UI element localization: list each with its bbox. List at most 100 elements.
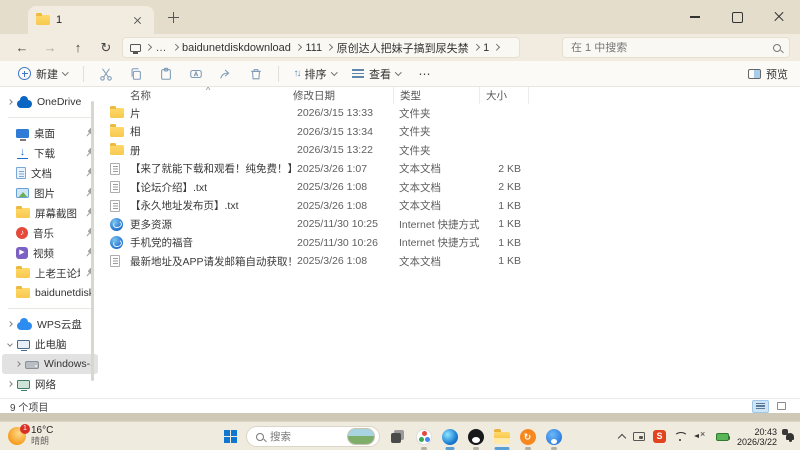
more-options-button[interactable]: ⋯ [411, 67, 440, 81]
network-icon [17, 379, 30, 391]
table-row[interactable]: 最新地址及APP请发邮箱自动获取！！！.txt 2025/3/26 1:08 文… [108, 252, 800, 271]
delete-button[interactable] [243, 64, 269, 84]
documents-icon [16, 167, 26, 179]
breadcrumb-segment[interactable]: 111 [305, 42, 322, 54]
desktop-icon [16, 128, 29, 141]
chevron-down-icon [395, 69, 402, 76]
paste-button[interactable] [153, 64, 179, 84]
folder-icon [110, 105, 124, 119]
pin-icon [83, 206, 96, 219]
sidebar-item-forum-folder[interactable]: 上老王论坛当 [2, 263, 98, 283]
breadcrumb[interactable]: … baidunetdiskdownload 111 原创达人把妹子搞到尿失禁 … [122, 37, 520, 58]
preview-toggle[interactable]: 预览 [748, 66, 788, 82]
copy-button[interactable] [123, 64, 149, 84]
table-row[interactable]: 【来了就能下载和观看！纯免费！】.txt 2025/3/26 1:07 文本文档… [108, 160, 800, 179]
command-bar: 新建 ↑↓ 排序 查看 ⋯ 预览 [0, 61, 800, 87]
task-view-button[interactable] [389, 428, 406, 445]
file-explorer-window: 1 ← → ↑ ↻ … baidunetdiskdownload 111 原创达… [0, 0, 800, 414]
expand-chevron-icon[interactable] [7, 321, 13, 327]
search-input[interactable] [571, 41, 773, 54]
cast-icon[interactable] [632, 432, 645, 441]
refresh-button[interactable]: ↻ [94, 37, 118, 59]
notification-badge [782, 428, 788, 435]
breadcrumb-segment[interactable]: 1 [483, 42, 489, 54]
chevron-right-icon [472, 44, 480, 51]
sidebar-divider [8, 117, 92, 118]
expand-chevron-icon[interactable] [15, 361, 21, 367]
videos-icon: ▶ [16, 247, 28, 259]
breadcrumb-segment[interactable]: 原创达人把妹子搞到尿失禁 [337, 40, 469, 56]
breadcrumb-overflow[interactable]: … [156, 42, 168, 54]
column-header-date[interactable]: 修改日期 [291, 88, 393, 103]
text-file-icon [110, 181, 120, 194]
sidebar-item-label: 图片 [34, 187, 55, 200]
table-row[interactable]: 相 2026/3/15 13:34 文件夹 [108, 123, 800, 142]
battery-icon[interactable] [715, 432, 731, 441]
rename-button[interactable] [183, 64, 209, 84]
sidebar-item-this-pc[interactable]: 此电脑 [2, 334, 98, 354]
text-file-icon [110, 255, 120, 268]
sidebar-scrollbar[interactable] [91, 101, 94, 381]
table-row[interactable]: 手机党的福音 2025/11/30 10:26 Internet 快捷方式 1 … [108, 234, 800, 253]
tab-close-icon[interactable] [130, 12, 146, 28]
expand-chevron-icon[interactable] [7, 381, 13, 387]
sidebar-item-wps-cloud[interactable]: WPS云盘 [2, 314, 98, 334]
sidebar-item-videos[interactable]: ▶ 视频 [2, 243, 98, 263]
sidebar-item-pictures[interactable]: 图片 [2, 183, 98, 203]
expand-chevron-icon[interactable] [7, 99, 13, 105]
taskbar-app-orange[interactable]: ↻ [519, 428, 536, 450]
view-button[interactable]: 查看 [346, 63, 407, 85]
sidebar-item-music[interactable]: ♪ 音乐 [2, 223, 98, 243]
table-row[interactable]: 更多资源 2025/11/30 10:25 Internet 快捷方式 1 KB [108, 215, 800, 234]
large-icons-view-button[interactable] [773, 400, 790, 413]
notification-bell-icon[interactable] [782, 428, 795, 442]
share-button[interactable] [213, 64, 239, 84]
explorer-search-box[interactable] [562, 37, 790, 58]
sort-button[interactable]: ↑↓ 排序 [288, 63, 343, 85]
collapse-chevron-icon[interactable] [7, 341, 13, 347]
table-row[interactable]: 册 2026/3/15 13:22 文件夹 [108, 141, 800, 160]
taskbar-app-qq[interactable] [467, 428, 484, 450]
breadcrumb-segment[interactable]: baidunetdiskdownload [182, 42, 291, 54]
cut-button[interactable] [93, 64, 119, 84]
taskbar-app-tricircle[interactable] [415, 428, 432, 450]
column-header-type[interactable]: 类型 [393, 87, 479, 104]
sidebar-item-onedrive[interactable]: OneDrive [2, 92, 98, 112]
navigation-pane: OneDrive 桌面 ↓ 下载 文档 图片 屏幕截图 ♪ 音乐 ▶ 视频 上老… [0, 87, 100, 398]
volume-muted-icon[interactable] [693, 429, 708, 442]
column-header-size[interactable]: 大小 [479, 87, 529, 104]
wifi-icon[interactable] [673, 432, 688, 441]
sidebar-item-windows-ssd[interactable]: Windows-SSD [2, 354, 98, 374]
maximize-button[interactable] [716, 0, 758, 34]
system-tray: S 20:43 2026/3/22 [617, 422, 795, 450]
rename-icon [189, 69, 202, 78]
table-row[interactable]: 【论坛介绍】.txt 2025/3/26 1:08 文本文档 2 KB [108, 178, 800, 197]
up-button[interactable]: ↑ [66, 37, 90, 59]
taskbar-search[interactable]: 搜索 [246, 426, 380, 447]
details-view-button[interactable] [752, 399, 769, 413]
taskbar-clock[interactable]: 20:43 2026/3/22 [737, 427, 777, 447]
minimize-button[interactable] [674, 0, 716, 34]
back-button[interactable]: ← [10, 37, 34, 59]
sidebar-item-desktop[interactable]: 桌面 [2, 123, 98, 143]
taskbar-app-quark[interactable] [545, 428, 562, 450]
sogou-input-icon[interactable]: S [652, 430, 666, 443]
forward-button[interactable]: → [38, 37, 62, 59]
close-button[interactable] [758, 0, 800, 34]
sidebar-item-baidunetdisk-folder[interactable]: baidunetdiskdo [2, 283, 98, 303]
taskbar-app-explorer[interactable] [493, 428, 510, 450]
start-button[interactable] [224, 430, 237, 443]
weather-widget[interactable]: 1 16°C 晴朗 [8, 423, 53, 446]
explorer-tab[interactable]: 1 [28, 6, 154, 34]
taskbar-app-edge[interactable] [441, 428, 458, 450]
window-controls [674, 0, 800, 34]
table-row[interactable]: 【永久地址发布页】.txt 2025/3/26 1:08 文本文档 1 KB [108, 197, 800, 216]
new-button[interactable]: 新建 [12, 63, 74, 85]
hidden-icons-chevron[interactable] [617, 433, 627, 443]
table-row[interactable]: 片 2026/3/15 13:33 文件夹 [108, 104, 800, 123]
sidebar-item-downloads[interactable]: ↓ 下载 [2, 143, 98, 163]
sidebar-item-network[interactable]: 网络 [2, 374, 98, 394]
sidebar-item-screenshots[interactable]: 屏幕截图 [2, 203, 98, 223]
sidebar-item-documents[interactable]: 文档 [2, 163, 98, 183]
new-tab-button[interactable] [166, 10, 182, 26]
